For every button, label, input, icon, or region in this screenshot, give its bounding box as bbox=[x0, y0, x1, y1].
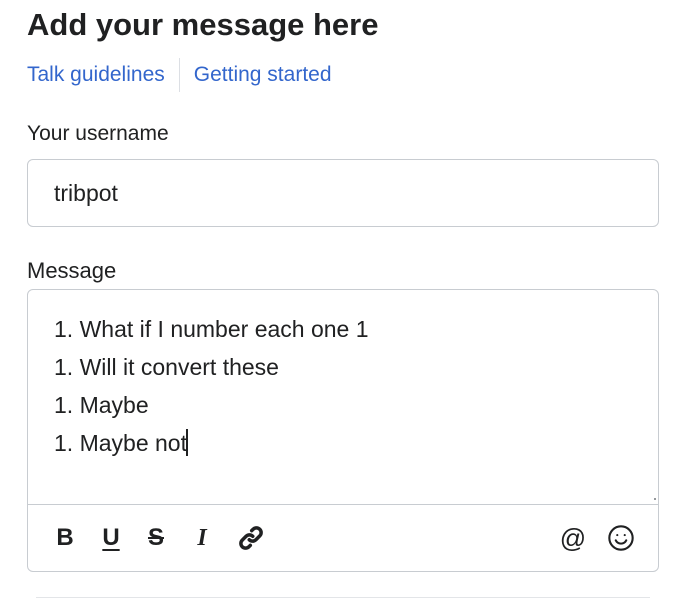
username-input[interactable] bbox=[27, 159, 659, 227]
message-editor: 1. What if I number each one 1 1. Will i… bbox=[27, 289, 659, 572]
message-line-last: 1. Maybe not bbox=[54, 424, 638, 462]
text-cursor bbox=[185, 429, 188, 456]
italic-icon[interactable]: I bbox=[189, 519, 215, 557]
bold-icon[interactable]: B bbox=[52, 519, 78, 557]
message-label: Message bbox=[27, 258, 117, 283]
mention-icon[interactable]: @ bbox=[558, 519, 588, 557]
divider bbox=[36, 597, 650, 598]
link-divider bbox=[178, 58, 180, 92]
link-icon[interactable] bbox=[236, 519, 266, 557]
underline-icon[interactable]: U bbox=[98, 519, 124, 557]
strikethrough-icon[interactable]: S bbox=[143, 519, 169, 557]
getting-started-link[interactable]: Getting started bbox=[194, 63, 332, 87]
resize-handle[interactable] bbox=[654, 498, 656, 500]
talk-guidelines-link[interactable]: Talk guidelines bbox=[27, 63, 165, 87]
emoji-icon[interactable] bbox=[606, 519, 636, 557]
message-textarea[interactable]: 1. What if I number each one 1 1. Will i… bbox=[28, 290, 658, 504]
username-label: Your username bbox=[27, 122, 169, 145]
message-line-text: 1. Maybe not bbox=[54, 430, 187, 456]
formatting-toolbar: B U S I @ bbox=[28, 504, 658, 571]
message-line: 1. Will it convert these bbox=[54, 354, 279, 380]
help-links: Talk guidelines Getting started bbox=[27, 58, 332, 92]
message-line: 1. Maybe bbox=[54, 392, 149, 418]
page-title: Add your message here bbox=[27, 7, 379, 42]
message-line: 1. What if I number each one 1 bbox=[54, 316, 369, 342]
